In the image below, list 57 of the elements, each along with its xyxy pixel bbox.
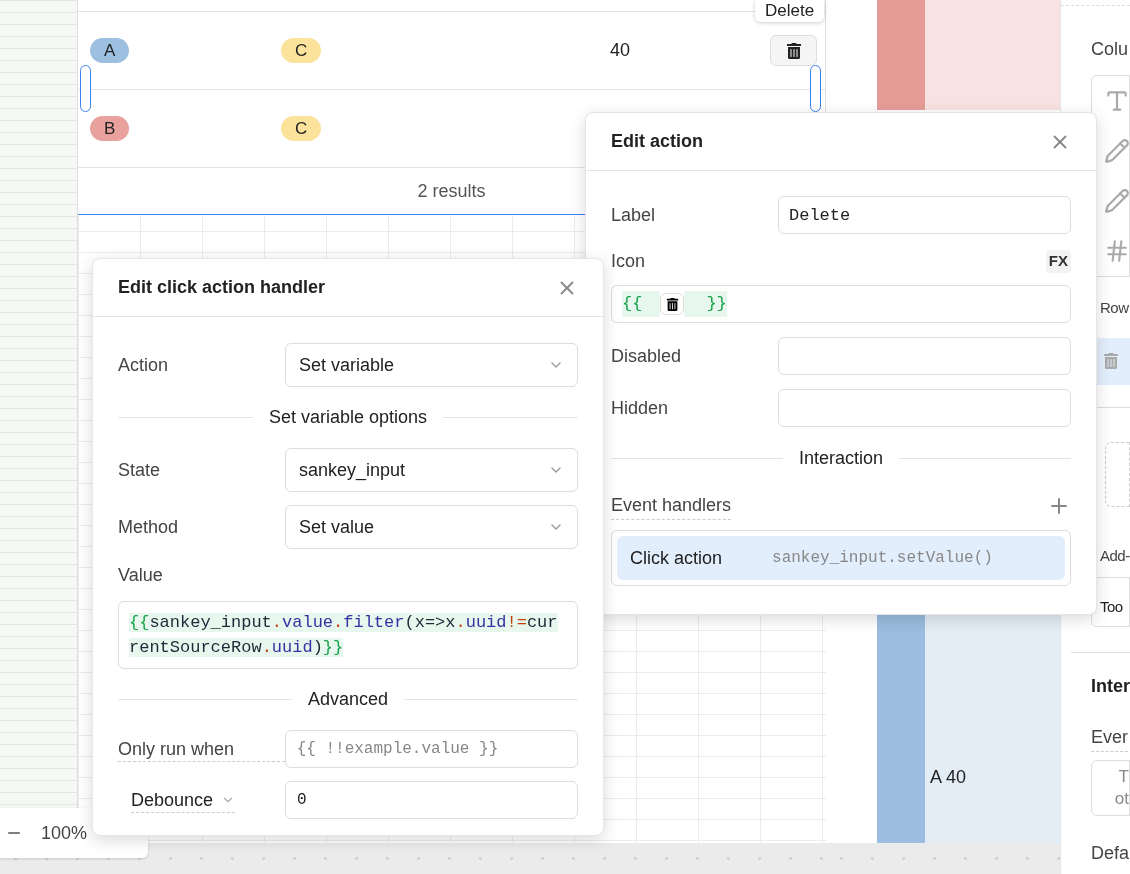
field-label: Disabled <box>611 344 683 368</box>
empty-note: ot <box>1114 788 1129 810</box>
section-heading: Colu <box>1091 38 1130 61</box>
code-token: }} <box>684 291 727 317</box>
resize-handle[interactable] <box>80 65 91 112</box>
field-label: Label <box>611 203 657 227</box>
empty-note: T <box>1118 766 1129 788</box>
results-count: 2 results <box>417 179 486 203</box>
section-heading: Add- <box>1100 545 1130 566</box>
tag: C <box>281 38 322 63</box>
field-label: Hidden <box>611 396 670 420</box>
resize-handle[interactable] <box>810 65 821 112</box>
dialog-title: Edit click action handler <box>118 276 326 299</box>
select-field[interactable]: Set value <box>285 505 578 549</box>
tag: C <box>281 116 322 141</box>
node-label: A 40 <box>930 766 967 789</box>
input-field[interactable] <box>778 389 1071 427</box>
fx-button[interactable]: FX <box>1045 250 1071 273</box>
field-label: Event handlers <box>611 492 732 520</box>
section-heading: Interaction <box>798 447 884 470</box>
section-heading: Set variable options <box>268 406 428 429</box>
pencil-icon <box>1104 138 1130 164</box>
field-label: Method <box>118 515 180 539</box>
select-field[interactable]: sankey_input <box>285 448 578 492</box>
trash-icon <box>1103 353 1119 369</box>
tooltip: Delete <box>755 0 825 22</box>
dialog-title: Edit action <box>611 130 703 153</box>
field-label: Icon <box>611 250 646 273</box>
field-label: Only run when <box>118 736 285 762</box>
delete-button[interactable] <box>770 35 817 66</box>
pencil-icon <box>1104 188 1130 214</box>
input-field[interactable]: {{ !!example.value }} <box>284 730 578 768</box>
input-field[interactable]: 0 <box>285 781 578 819</box>
section-heading: Inter <box>1091 675 1130 698</box>
select-field[interactable]: Set variable <box>285 343 578 387</box>
code-field[interactable]: {{sankey_input.value.filter(x=>x.uuid!=currentSourceRow.uuid)}} <box>118 601 578 669</box>
tag: B <box>90 116 130 141</box>
tag: A <box>90 38 130 63</box>
trash-icon <box>660 293 685 315</box>
trash-icon <box>785 42 802 59</box>
field-label: Ever <box>1091 724 1128 752</box>
drop-zone <box>1105 441 1130 507</box>
table-cell: 40 <box>610 40 631 60</box>
event-handler-item[interactable]: Click action sankey_input.setValue() <box>617 536 1065 580</box>
field-label: Action <box>118 353 170 377</box>
code-token: {{ <box>622 291 661 317</box>
label-dropdown[interactable]: Debounce <box>131 787 236 813</box>
section-heading: Row <box>1100 298 1130 318</box>
text-icon <box>1104 88 1130 114</box>
zoom-level: 100% <box>41 821 88 845</box>
input-field[interactable] <box>778 337 1071 375</box>
section-heading: Advanced <box>307 688 389 711</box>
hash-icon <box>1104 238 1130 264</box>
field-label: State <box>118 458 162 482</box>
input-field[interactable]: Delete <box>778 196 1071 234</box>
field-label: Value <box>118 564 164 587</box>
field-label: Defa <box>1091 842 1130 865</box>
